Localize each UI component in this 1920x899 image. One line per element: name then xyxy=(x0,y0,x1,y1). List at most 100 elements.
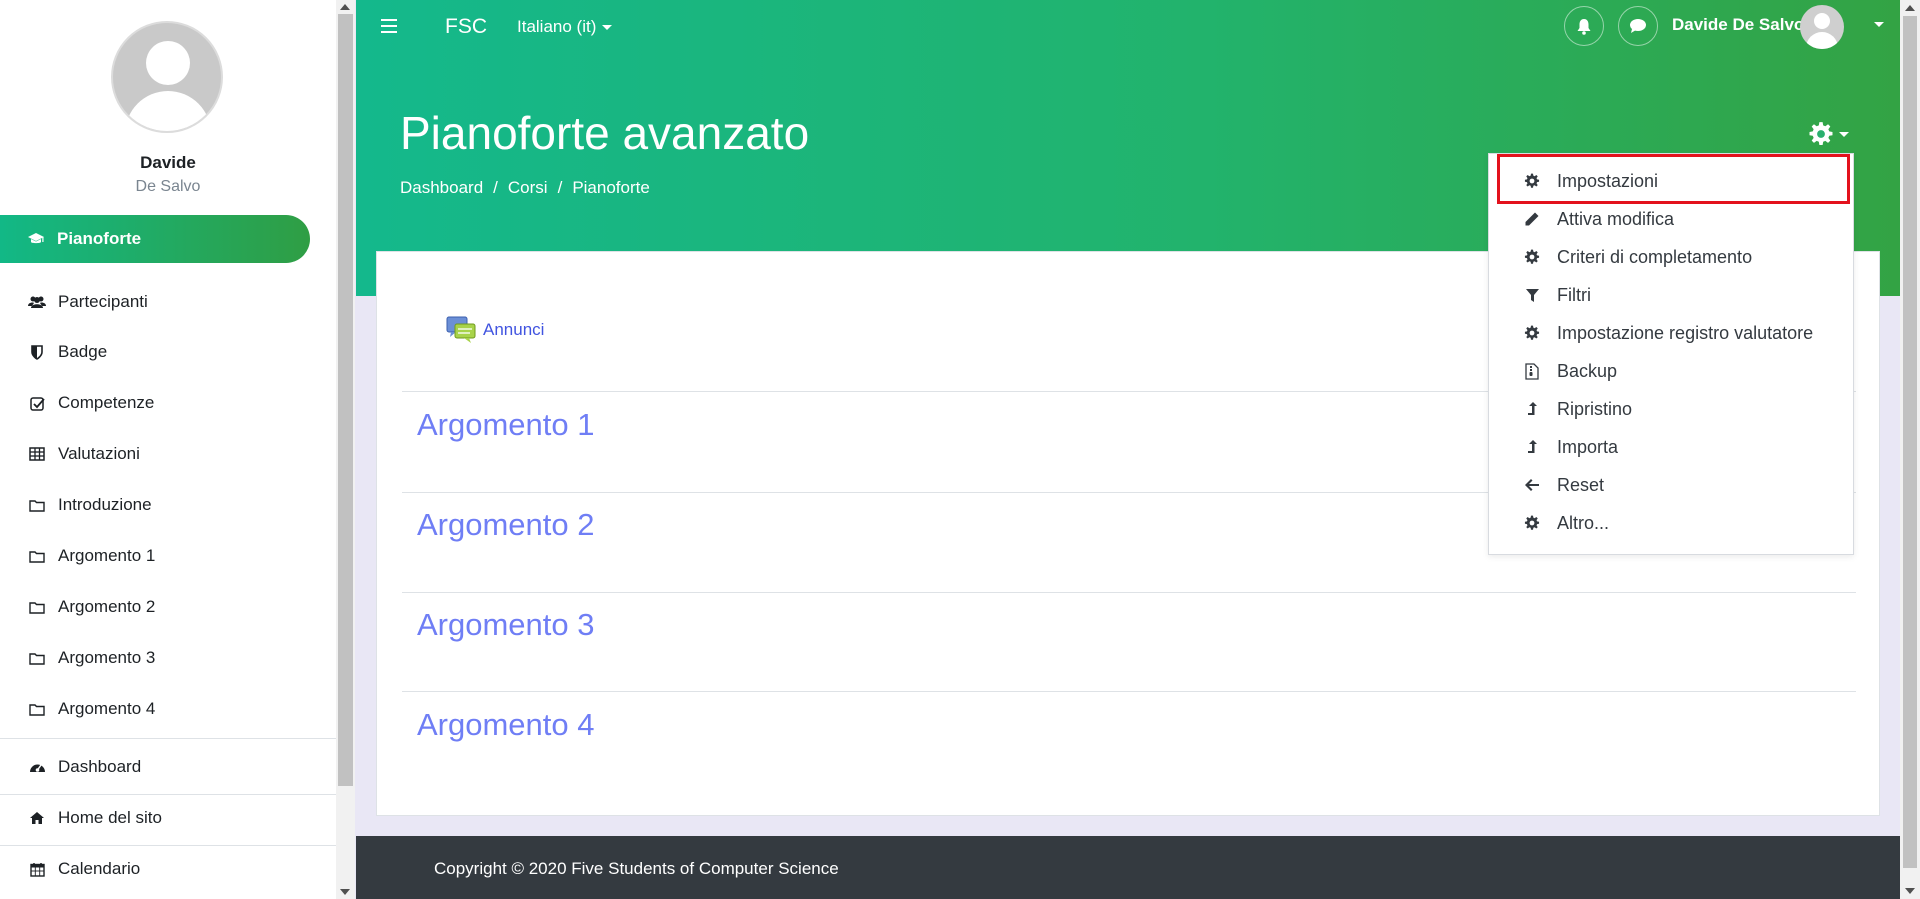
page-scrollbar[interactable] xyxy=(1900,0,1920,899)
sidebar-item-label: Valutazioni xyxy=(58,444,140,463)
graduation-cap-icon xyxy=(26,232,46,246)
users-icon xyxy=(27,295,47,309)
comment-icon xyxy=(1630,19,1646,33)
user-menu-chevron-down-icon[interactable] xyxy=(1874,22,1884,27)
section-title-argomento-4[interactable]: Argomento 4 xyxy=(417,707,595,743)
course-settings-menu: Impostazioni Attiva modifica Criteri di … xyxy=(1488,153,1854,555)
sidebar-item-label: Home del sito xyxy=(58,808,162,827)
language-selector[interactable]: Italiano (it) xyxy=(517,17,613,37)
menu-item-label: Backup xyxy=(1557,360,1618,381)
file-archive-icon xyxy=(1523,362,1541,380)
messages-button[interactable] xyxy=(1618,6,1658,46)
section-title-argomento-2[interactable]: Argomento 2 xyxy=(417,507,595,543)
sidebar-item-argomento-1[interactable]: Argomento 1 xyxy=(0,531,336,581)
sidebar-item-label: Partecipanti xyxy=(58,292,148,311)
section-divider xyxy=(402,592,1856,593)
page-scrollbar-thumb[interactable] xyxy=(1903,16,1917,868)
filter-icon xyxy=(1523,288,1541,303)
notifications-button[interactable] xyxy=(1564,6,1604,46)
page-footer: Copyright © 2020 Five Students of Comput… xyxy=(356,836,1900,899)
sidebar-item-pianoforte[interactable]: Pianoforte xyxy=(0,215,310,263)
breadcrumb-item-pianoforte[interactable]: Pianoforte xyxy=(572,178,650,197)
menu-item-criteri-completamento[interactable]: Criteri di completamento xyxy=(1490,238,1852,276)
sidebar-item-partecipanti[interactable]: Partecipanti xyxy=(0,277,336,327)
menu-item-attiva-modifica[interactable]: Attiva modifica xyxy=(1490,200,1852,238)
avatar[interactable] xyxy=(111,21,223,133)
menu-item-label: Impostazioni xyxy=(1557,170,1659,191)
sidebar: Davide De Salvo Pianoforte Partecipanti … xyxy=(0,0,336,899)
chevron-down-icon xyxy=(1839,131,1849,137)
user-last-name: De Salvo xyxy=(135,178,201,195)
sidebar-item-introduzione[interactable]: Introduzione xyxy=(0,480,336,530)
sidebar-item-label: Dashboard xyxy=(58,757,142,776)
menu-item-importa[interactable]: Importa xyxy=(1490,428,1852,466)
folder-icon xyxy=(27,550,47,563)
sidebar-item-calendario[interactable]: Calendario xyxy=(0,844,336,894)
sidebar-item-competenze[interactable]: Competenze xyxy=(0,378,336,428)
user-menu-name[interactable]: Davide De Salvo xyxy=(1672,15,1804,35)
sidebar-item-valutazioni[interactable]: Valutazioni xyxy=(0,429,336,479)
scroll-up-arrow-icon[interactable] xyxy=(340,4,350,10)
sidebar-item-label: Argomento 2 xyxy=(58,597,156,616)
menu-item-label: Criteri di completamento xyxy=(1557,246,1753,267)
sidebar-item-label: Calendario xyxy=(58,859,141,878)
sidebar-item-argomento-4[interactable]: Argomento 4 xyxy=(0,684,336,734)
gear-icon xyxy=(1523,515,1541,531)
breadcrumb-item-dashboard[interactable]: Dashboard xyxy=(400,178,483,197)
folder-icon xyxy=(27,703,47,716)
sidebar-item-argomento-3[interactable]: Argomento 3 xyxy=(0,633,336,683)
scroll-up-arrow-icon[interactable] xyxy=(1905,5,1915,11)
gear-icon xyxy=(1809,122,1833,146)
sidebar-item-label: Argomento 3 xyxy=(58,648,156,667)
menu-item-label: Reset xyxy=(1557,474,1605,495)
scroll-down-arrow-icon[interactable] xyxy=(340,889,350,895)
sidebar-item-label: Competenze xyxy=(58,393,155,412)
copyright-text: Copyright © 2020 Five Students of Comput… xyxy=(434,859,839,878)
site-brand[interactable]: FSC xyxy=(445,15,487,39)
section-title-argomento-3[interactable]: Argomento 3 xyxy=(417,607,595,643)
sidebar-item-home[interactable]: Home del sito xyxy=(0,793,336,843)
menu-item-impostazioni[interactable]: Impostazioni xyxy=(1490,162,1852,200)
menu-item-backup[interactable]: Backup xyxy=(1490,352,1852,390)
breadcrumb-item-corsi[interactable]: Corsi xyxy=(508,178,548,197)
level-up-icon xyxy=(1523,439,1541,455)
folder-icon xyxy=(27,652,47,665)
menu-item-reset[interactable]: Reset xyxy=(1490,466,1852,504)
menu-item-altro[interactable]: Altro... xyxy=(1490,504,1852,542)
section-divider xyxy=(402,691,1856,692)
shield-icon xyxy=(27,344,47,360)
bell-icon xyxy=(1577,18,1591,35)
breadcrumb-separator: / xyxy=(493,178,498,197)
calendar-icon xyxy=(27,862,47,877)
menu-item-label: Attiva modifica xyxy=(1557,208,1675,229)
sidebar-item-label: Pianoforte xyxy=(57,229,142,248)
forum-icon xyxy=(446,316,476,343)
pencil-icon xyxy=(1523,211,1541,227)
menu-item-filtri[interactable]: Filtri xyxy=(1490,276,1852,314)
announcements-link[interactable]: Annunci xyxy=(445,314,544,346)
navbar: FSC Italiano (it) Davide De Salvo xyxy=(356,0,1900,54)
sidebar-item-dashboard[interactable]: Dashboard xyxy=(0,742,336,792)
menu-item-impostazione-registro-valutatore[interactable]: Impostazione registro valutatore xyxy=(1490,314,1852,352)
menu-toggle-icon[interactable] xyxy=(381,19,397,33)
level-up-icon xyxy=(1523,401,1541,417)
language-label: Italiano (it) xyxy=(517,17,597,36)
scroll-down-arrow-icon[interactable] xyxy=(1905,888,1915,894)
sidebar-divider xyxy=(0,738,336,739)
menu-item-label: Altro... xyxy=(1557,512,1610,533)
sidebar-item-argomento-2[interactable]: Argomento 2 xyxy=(0,582,336,632)
course-settings-button[interactable] xyxy=(1808,121,1849,147)
sidebar-scrollbar[interactable] xyxy=(336,0,355,899)
menu-item-label: Importa xyxy=(1557,436,1619,457)
gear-icon xyxy=(1523,249,1541,265)
sidebar-scrollbar-thumb[interactable] xyxy=(338,14,353,786)
sidebar-item-badge[interactable]: Badge xyxy=(0,327,336,377)
table-icon xyxy=(27,447,47,461)
user-avatar[interactable] xyxy=(1800,5,1844,49)
section-title-argomento-1[interactable]: Argomento 1 xyxy=(417,407,595,443)
breadcrumb: Dashboard / Corsi / Pianoforte xyxy=(400,178,650,198)
home-icon xyxy=(27,811,47,825)
menu-item-label: Filtri xyxy=(1557,284,1591,305)
menu-item-ripristino[interactable]: Ripristino xyxy=(1490,390,1852,428)
page-title: Pianoforte avanzato xyxy=(400,107,810,159)
